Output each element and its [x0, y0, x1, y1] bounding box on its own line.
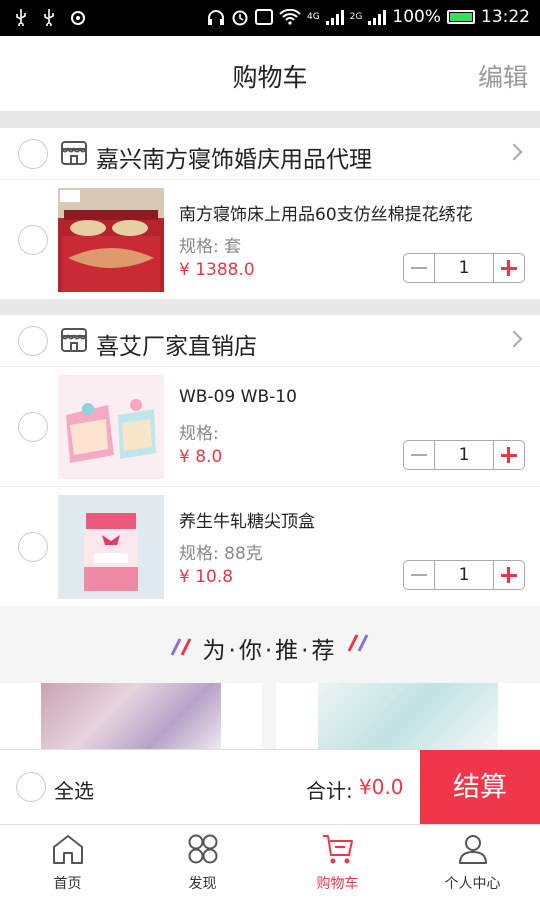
network-2g-label: 2G [349, 12, 363, 22]
cart-icon [322, 835, 353, 864]
wifi-icon [279, 9, 301, 25]
recommend-grid [0, 683, 540, 749]
checkout-bar: 全选 合计: ¥0.0 结算 [0, 749, 540, 825]
product-price: ¥ 10.8 [179, 567, 234, 587]
home-icon [52, 835, 83, 864]
recommend-title: 为·你·推·荐 [202, 638, 338, 664]
increase-quantity-button[interactable] [494, 561, 524, 589]
cart-item[interactable]: 南方寝饰床上用品60支仿丝棉提花绣花 规格: 套 ¥ 1388.0 1 [0, 180, 540, 300]
decorative-slash-icon [347, 634, 369, 652]
battery-percent: 100% [392, 7, 441, 27]
total-label: 合计: [306, 779, 353, 803]
recommend-product-image[interactable] [41, 683, 221, 749]
shop-icon [61, 141, 87, 165]
shop-icon [61, 328, 87, 352]
quantity-stepper: 1 [403, 440, 525, 470]
sync-icon [71, 11, 85, 25]
product-name: WB-09 WB-10 [179, 387, 297, 407]
item-select-checkbox[interactable] [18, 412, 48, 442]
battery-icon [447, 10, 475, 24]
recommend-product-image[interactable] [318, 683, 498, 749]
quantity-value[interactable]: 1 [434, 441, 494, 469]
alarm-icon [232, 10, 248, 26]
decrease-quantity-button[interactable] [404, 561, 434, 589]
total-value: ¥0.0 [359, 775, 404, 799]
quantity-stepper: 1 [403, 253, 525, 283]
chevron-right-icon[interactable] [505, 330, 523, 348]
product-spec: 规格: 88克 [179, 544, 263, 564]
signal-icon [325, 9, 344, 25]
hd-icon [254, 9, 273, 25]
signal-icon [368, 9, 387, 25]
decrease-quantity-button[interactable] [404, 441, 434, 469]
page-title: 购物车 [232, 63, 308, 92]
network-4g-label: 4G [306, 12, 320, 22]
product-price: ¥ 1388.0 [179, 260, 255, 280]
headphones-icon [207, 10, 224, 25]
tab-label: 首页 [53, 876, 82, 892]
tab-cart[interactable]: 购物车 [270, 825, 405, 910]
app-header: 购物车 编辑 [0, 36, 540, 112]
tab-profile[interactable]: 个人中心 [405, 825, 540, 910]
store-header[interactable]: 嘉兴南方寝饰婚庆用品代理 [0, 128, 540, 180]
bottom-tab-bar: 首页 发现 购物车 个人中心 [0, 824, 540, 910]
product-name: 南方寝饰床上用品60支仿丝棉提花绣花 [179, 205, 473, 225]
section-divider [0, 300, 540, 315]
store-select-checkbox[interactable] [18, 326, 48, 356]
tab-label: 个人中心 [444, 876, 501, 892]
quantity-value[interactable]: 1 [434, 561, 494, 589]
product-spec: 规格: 套 [179, 237, 242, 257]
cart-item[interactable]: 养生牛轧糖尖顶盒 规格: 88克 ¥ 10.8 1 [0, 487, 540, 607]
product-name: 养生牛轧糖尖顶盒 [179, 512, 315, 532]
store-name: 嘉兴南方寝饰婚庆用品代理 [96, 147, 372, 173]
store-name: 喜艾厂家直销店 [96, 334, 257, 360]
product-image[interactable] [58, 375, 164, 479]
select-all-checkbox[interactable] [16, 772, 46, 802]
product-price: ¥ 8.0 [179, 447, 223, 467]
tab-discover[interactable]: 发现 [135, 825, 270, 910]
clock: 13:22 [481, 7, 530, 27]
store-header[interactable]: 喜艾厂家直销店 [0, 315, 540, 367]
discover-icon [188, 834, 217, 864]
user-icon [458, 835, 487, 864]
increase-quantity-button[interactable] [494, 254, 524, 282]
recommend-section: 为·你·推·荐 [0, 607, 540, 683]
product-spec: 规格: [179, 424, 219, 444]
chevron-right-icon[interactable] [505, 143, 523, 161]
grid-gap [262, 683, 276, 749]
edit-button[interactable]: 编辑 [478, 58, 528, 94]
decrease-quantity-button[interactable] [404, 254, 434, 282]
increase-quantity-button[interactable] [494, 441, 524, 469]
select-all-label[interactable]: 全选 [54, 775, 94, 804]
product-image[interactable] [58, 495, 164, 599]
product-image[interactable] [58, 188, 164, 292]
usb-icon [16, 9, 26, 26]
quantity-stepper: 1 [403, 560, 525, 590]
item-select-checkbox[interactable] [18, 225, 48, 255]
section-divider [0, 112, 540, 128]
checkout-button[interactable]: 结算 [420, 750, 540, 825]
status-bar: 4G 2G 100% 13:22 [0, 0, 540, 36]
tab-label: 发现 [188, 876, 217, 892]
quantity-value[interactable]: 1 [434, 254, 494, 282]
tab-home[interactable]: 首页 [0, 825, 135, 910]
tab-label: 购物车 [316, 876, 359, 892]
cart-item[interactable]: WB-09 WB-10 规格: ¥ 8.0 1 [0, 367, 540, 487]
item-select-checkbox[interactable] [18, 532, 48, 562]
store-select-checkbox[interactable] [18, 139, 48, 169]
usb-icon [44, 9, 54, 26]
